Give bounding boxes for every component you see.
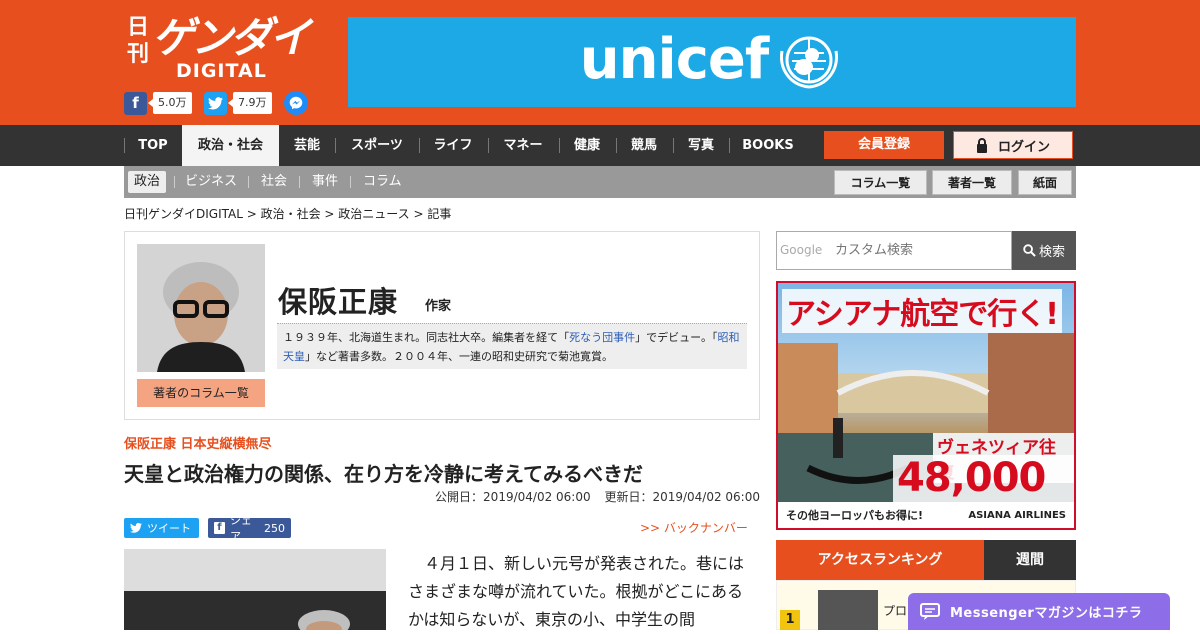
ad-airline-name: ASIANA AIRLINES <box>968 509 1066 521</box>
subnav-separator <box>248 176 249 188</box>
article-body: ４月１日、新しい元号が発表された。巷にはさまざまな噂が流れていた。根拠がどこにあ… <box>408 550 750 634</box>
twitter-icon <box>130 523 142 533</box>
search-icon <box>1023 244 1036 257</box>
nav-separator <box>616 138 617 153</box>
nav-books[interactable]: BOOKS <box>735 125 801 166</box>
article-photo <box>124 549 386 630</box>
site-header: 日 刊 ゲンダイ DIGITAL f 5.0万 7.9万 unicef <box>0 0 1200 125</box>
series-title[interactable]: 保阪正康 日本史縦横無尽 <box>124 433 272 452</box>
updated-date: 更新日：2019/04/02 06:00 <box>604 490 760 504</box>
asiana-airlines-ad[interactable]: アシアナ航空で行く! ヴェネツィア往復 48,000円〜 その他ヨーロッパもお得… <box>776 281 1076 530</box>
nav-life[interactable]: ライフ <box>425 125 481 166</box>
twitter-icon <box>204 91 227 115</box>
bio-text: 」でデビュー。「 <box>635 331 718 344</box>
nav-separator <box>124 138 125 153</box>
nav-separator <box>729 138 730 153</box>
nav-entertainment[interactable]: 芸能 <box>285 125 329 166</box>
ranking-header: アクセスランキング 週間 <box>776 540 1076 580</box>
bio-text: 」など著書多数。２００４年、一連の昭和史研究で菊池寛賞。 <box>305 350 613 363</box>
facebook-share[interactable]: f 5.0万 <box>124 91 192 115</box>
breadcrumb[interactable]: 日刊ゲンダイDIGITAL > 政治・社会 > 政治ニュース > 記事 <box>124 205 451 222</box>
unicef-wordmark: unicef <box>579 26 769 92</box>
login-button[interactable]: ログイン <box>953 131 1073 159</box>
logo-digital[interactable]: DIGITAL <box>176 60 267 82</box>
nav-top[interactable]: TOP <box>130 125 176 166</box>
logo-nichikan[interactable]: 日 刊 <box>127 14 149 68</box>
column-list-button[interactable]: コラム一覧 <box>834 170 927 195</box>
share-count: 250 <box>264 521 285 535</box>
google-logo: Google <box>780 243 823 257</box>
share-label: シェア <box>229 514 252 543</box>
twitter-share[interactable]: 7.9万 <box>204 91 272 115</box>
site-search: Google 検索 <box>776 231 1076 270</box>
nav-keiba[interactable]: 競馬 <box>622 125 666 166</box>
subnav-column[interactable]: コラム <box>363 166 402 198</box>
subnav-separator <box>174 176 175 188</box>
subnav-society[interactable]: 社会 <box>261 166 287 198</box>
back-number-link[interactable]: >> バックナンバー <box>640 519 748 536</box>
ranking-title: アクセスランキング <box>776 540 984 580</box>
article-body-text: ４月１日、新しい元号が発表された。巷にはさまざまな噂が流れていた。根拠がどこにあ… <box>408 554 745 629</box>
ad-footer-text: その他ヨーロッパもお得に! <box>786 509 924 522</box>
nav-photo[interactable]: 写真 <box>679 125 723 166</box>
tweet-label: ツイート <box>147 522 191 535</box>
newspaper-button[interactable]: 紙面 <box>1018 170 1072 195</box>
unicef-emblem-icon <box>780 36 839 89</box>
tweet-button[interactable]: ツイート <box>124 518 199 538</box>
author-list-button[interactable]: 著者一覧 <box>932 170 1012 195</box>
facebook-share-button[interactable]: f シェア 250 <box>208 514 291 543</box>
nav-separator <box>673 138 674 153</box>
ranking-thumbnail[interactable] <box>818 590 878 630</box>
bio-text: １９３９年、北海道生まれ。同志社大卒。編集者を経て「 <box>283 331 570 344</box>
author-columns-button[interactable]: 著者のコラム一覧 <box>137 379 265 407</box>
bio-link-shinau-dan[interactable]: 死なう団事件 <box>569 331 635 344</box>
published-date: 公開日：2019/04/02 06:00 <box>435 490 591 504</box>
nav-separator <box>335 138 336 153</box>
chat-bubble-icon <box>920 602 940 620</box>
ad-headline: アシアナ航空で行く! <box>782 289 1062 333</box>
register-button[interactable]: 会員登録 <box>824 131 944 159</box>
unicef-banner-ad[interactable]: unicef <box>348 17 1076 107</box>
nav-health[interactable]: 健康 <box>565 125 609 166</box>
search-button[interactable]: 検索 <box>1012 231 1076 270</box>
article-title: 天皇と政治権力の関係、在り方を冷静に考えてみるべきだ <box>124 462 643 486</box>
subnav-business[interactable]: ビジネス <box>185 166 237 198</box>
author-name: 保阪正康 <box>278 285 399 319</box>
facebook-count: 5.0万 <box>148 92 192 114</box>
messenger-magazine-button[interactable]: Messengerマガジンはコチラ <box>908 593 1170 630</box>
facebook-icon: f <box>214 522 225 534</box>
ranking-item-title[interactable]: プロ <box>883 602 907 619</box>
nav-sports[interactable]: スポーツ <box>341 125 413 166</box>
ranking-tab-weekly[interactable]: 週間 <box>984 540 1076 580</box>
rank-number: 1 <box>780 610 800 630</box>
nav-politics-society[interactable]: 政治・社会 <box>182 125 279 166</box>
nav-separator <box>419 138 420 153</box>
article-dates: 公開日：2019/04/02 06:00 更新日：2019/04/02 06:0… <box>435 488 760 505</box>
author-bio: １９３９年、北海道生まれ。同志社大卒。編集者を経て「死なう団事件」でデビュー。「… <box>277 323 747 369</box>
messenger-button-label: Messengerマガジンはコチラ <box>950 606 1143 621</box>
subnav-politics[interactable]: 政治 <box>128 171 167 193</box>
logo-char-nichi: 日 <box>127 14 150 40</box>
lock-icon <box>976 137 987 153</box>
logo-char-kan: 刊 <box>127 41 150 67</box>
facebook-icon: f <box>124 91 147 115</box>
login-label: ログイン <box>997 139 1050 155</box>
subnav-incidents[interactable]: 事件 <box>312 166 338 198</box>
ad-footer: その他ヨーロッパもお得に! ASIANA AIRLINES <box>778 502 1074 528</box>
search-button-label: 検索 <box>1038 245 1065 260</box>
subnav-separator <box>299 176 300 188</box>
author-photo <box>137 244 265 372</box>
twitter-count: 7.9万 <box>228 92 272 114</box>
logo-gendai[interactable]: ゲンダイ <box>152 4 311 65</box>
messenger-icon[interactable] <box>284 91 308 115</box>
nav-money[interactable]: マネー <box>494 125 552 166</box>
author-role: 作家 <box>425 299 452 314</box>
nav-separator <box>559 138 560 153</box>
nav-separator <box>488 138 489 153</box>
subnav-separator <box>350 176 351 188</box>
